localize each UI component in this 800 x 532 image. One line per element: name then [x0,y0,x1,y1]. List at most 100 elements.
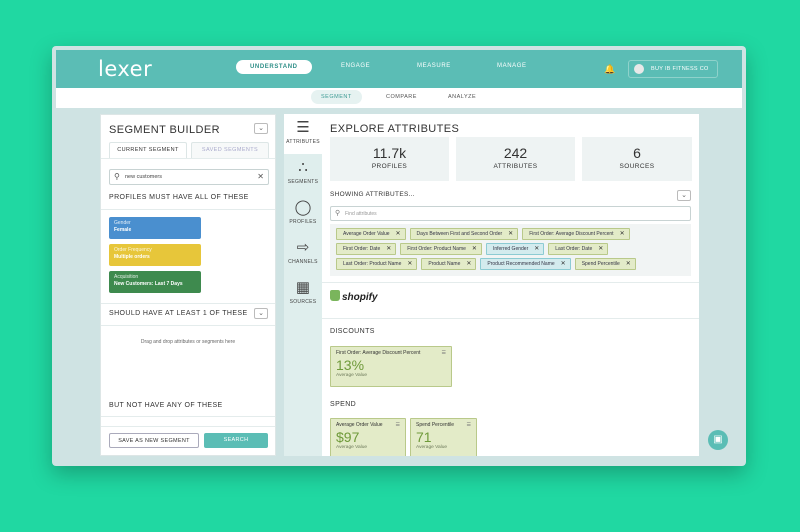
close-icon[interactable]: ✕ [620,231,625,237]
close-icon[interactable]: ✕ [598,246,603,252]
nav-measure[interactable]: MEASURE [417,63,451,69]
source-divider [322,318,699,319]
chip-label: First Order: Product Name [407,246,466,252]
org-switcher[interactable]: BUY IB FITNESS CO [628,60,718,78]
sub-nav-bar: SEGMENT COMPARE ANALYZE [56,88,742,108]
drag-handle-icon[interactable]: ☰ [467,422,471,428]
shopify-logo: shopify [330,290,378,303]
attribute-chip[interactable]: Last Order: Date ✕ [548,243,609,255]
subnav-segment[interactable]: SEGMENT [311,89,362,104]
card-sub: Average Value [336,373,368,378]
attribute-chip[interactable]: Product Name ✕ [421,258,477,270]
attribute-chip[interactable]: First Order: Product Name ✕ [400,243,482,255]
save-as-new-segment-button[interactable]: SAVE AS NEW SEGMENT [109,433,199,448]
close-icon[interactable]: ✕ [257,172,264,181]
top-bar: lexer UNDERSTAND ENGAGE MEASURE MANAGE 🔔… [56,50,742,88]
attribute-chip[interactable]: First Order: Date ✕ [336,243,397,255]
attribute-chip[interactable]: Product Recommended Name ✕ [480,258,571,270]
should-dropzone-hint[interactable]: Drag and drop attributes or segments her… [101,339,275,345]
discounts-header: DISCOUNTS [330,328,375,335]
sidenav-label: SOURCES [289,299,317,305]
close-icon[interactable]: ✕ [534,246,539,252]
chips-divider [322,282,699,283]
subnav-compare[interactable]: COMPARE [386,94,417,100]
must-have-header: PROFILES MUST HAVE ALL OF THESE [109,194,249,201]
sidenav-profiles[interactable]: ◯ PROFILES [284,194,322,234]
close-icon[interactable]: ✕ [396,231,401,237]
attribute-chip[interactable]: Average Order Value ✕ [336,228,406,240]
bell-icon[interactable]: 🔔 [602,61,618,77]
must-attribute-gender[interactable]: Gender Female [109,217,201,239]
close-icon[interactable]: ✕ [386,246,391,252]
attribute-chip[interactable]: Days Between First and Second Order ✕ [409,228,519,240]
stat-value: 242 [503,145,528,161]
sidenav-sources[interactable]: ▦ SOURCES [284,274,322,314]
explore-side-nav: ☰ ATTRIBUTES ∴ SEGMENTS ◯ PROFILES ⇨ CHA… [284,114,322,456]
nav-engage[interactable]: ENGAGE [341,63,370,69]
stat-label: ATTRIBUTES [493,163,538,170]
attribute-value: New Customers: Last 7 Days [114,281,183,287]
close-icon[interactable]: ✕ [626,261,631,267]
lexer-logo[interactable]: lexer [98,57,152,81]
chip-label: First Order: Date [343,246,381,252]
search-button[interactable]: SEARCH [204,433,268,448]
drag-handle-icon[interactable]: ☰ [442,350,446,356]
close-icon[interactable]: ✕ [508,231,513,237]
chip-label: Inferred Gender [492,246,529,252]
close-icon[interactable]: ✕ [407,261,412,267]
tab-current-segment[interactable]: CURRENT SEGMENT [109,142,187,158]
chevron-down-icon[interactable]: ⌄ [254,123,268,134]
explore-title: EXPLORE ATTRIBUTES [330,123,460,135]
sidenav-label: SEGMENTS [287,179,319,185]
attribute-card-discount[interactable]: First Order: Average Discount Percent 13… [330,346,452,387]
card-sub: Average Value [416,445,448,450]
spend-header: SPEND [330,401,357,408]
source-name: shopify [342,292,378,303]
attribute-value: Female [114,227,132,233]
card-value: 71 [416,429,432,445]
attribute-name: Gender [114,220,131,226]
showing-attributes-label: SHOWING ATTRIBUTES... [330,191,415,198]
tab-saved-segments[interactable]: SAVED SEGMENTS [191,142,269,158]
sidenav-attributes[interactable]: ☰ ATTRIBUTES [284,114,322,154]
close-icon[interactable]: ✕ [466,261,471,267]
close-icon[interactable]: ✕ [472,246,477,252]
nav-understand[interactable]: UNDERSTAND [236,60,312,74]
attribute-card-spend-percentile[interactable]: Spend Percentile 71 Average Value ☰ [410,418,477,456]
attribute-chip[interactable]: Last Order: Product Name ✕ [336,258,418,270]
segment-search-input[interactable]: ⚲ new customers ✕ [109,169,269,185]
drag-handle-icon[interactable]: ☰ [396,422,400,428]
sidenav-label: CHANNELS [288,259,318,265]
attribute-chip[interactable]: First Order: Average Discount Percent ✕ [522,228,630,240]
must-attribute-acquisition[interactable]: Acquisition New Customers: Last 7 Days [109,271,201,293]
segment-builder-title: SEGMENT BUILDER [109,124,220,136]
chip-label: First Order: Average Discount Percent [529,231,614,237]
chevron-down-icon[interactable]: ⌄ [254,308,268,319]
chip-label: Product Name [428,261,461,267]
should-divider [101,325,275,326]
search-value: new customers [125,174,162,180]
sidenav-segments[interactable]: ∴ SEGMENTS [284,154,322,194]
attribute-card-average-order-value[interactable]: Average Order Value $97 Average Value ☰ [330,418,406,456]
sources-icon: ▦ [295,279,311,296]
app-window: lexer UNDERSTAND ENGAGE MEASURE MANAGE 🔔… [52,46,746,466]
sidenav-label: PROFILES [289,219,317,225]
must-attribute-order-frequency[interactable]: Order Frequency Multiple orders [109,244,201,266]
find-placeholder: Find attributes [345,211,377,217]
close-icon[interactable]: ✕ [561,261,566,267]
search-icon: ⚲ [335,210,341,217]
chevron-down-icon[interactable]: ⌄ [677,190,691,201]
chip-label: Last Order: Date [555,246,593,252]
attribute-chip[interactable]: Inferred Gender ✕ [485,243,545,255]
shopify-bag-icon [330,290,340,301]
stat-sources: 6 SOURCES [582,137,692,181]
chat-help-icon[interactable]: ▣ [708,430,728,450]
nav-manage[interactable]: MANAGE [497,63,527,69]
chip-label: Product Recommended Name [487,261,555,267]
subnav-analyze[interactable]: ANALYZE [448,94,476,100]
list-icon: ☰ [296,119,310,136]
stat-profiles: 11.7k PROFILES [330,137,449,181]
attribute-chip[interactable]: Spend Percentile ✕ [574,258,636,270]
find-attributes-input[interactable]: ⚲ Find attributes [330,206,691,221]
sidenav-channels[interactable]: ⇨ CHANNELS [284,234,322,274]
